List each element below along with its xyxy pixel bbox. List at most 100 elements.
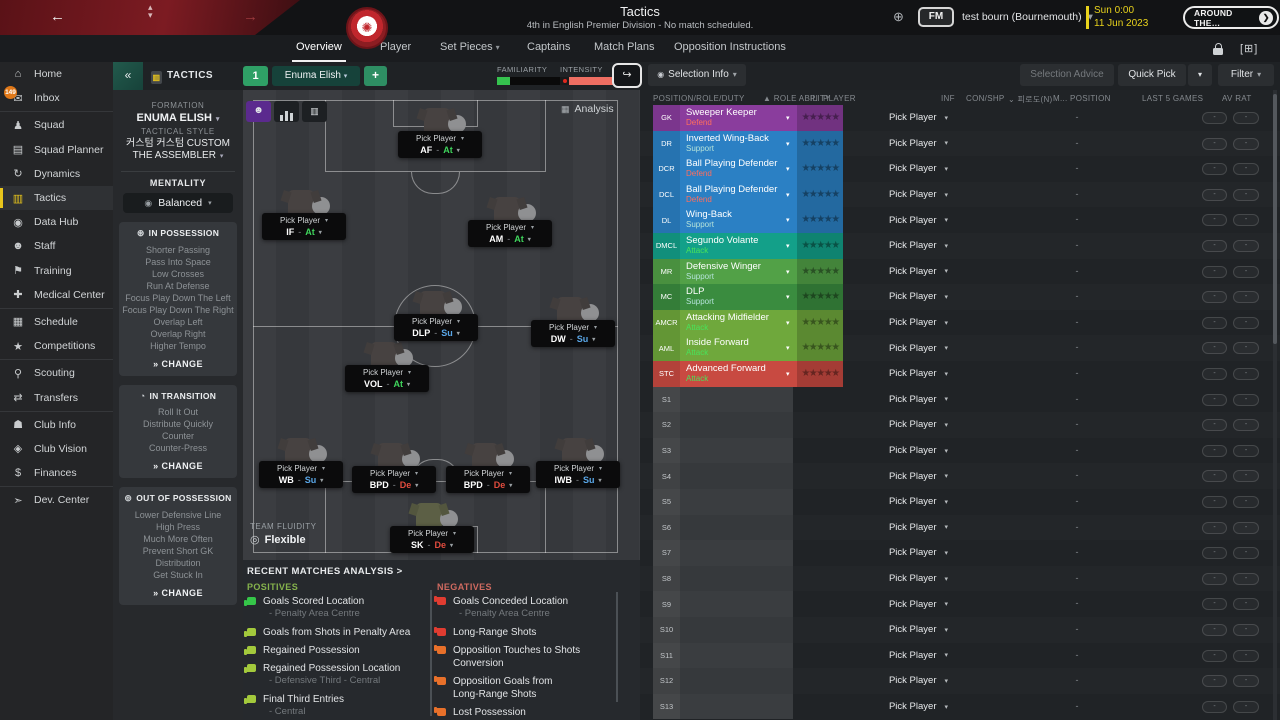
column-header-position-role-duty[interactable]: POSITION/ROLE/DUTY bbox=[653, 94, 745, 103]
sub-row-s3[interactable]: S3Pick Player▾--- bbox=[640, 438, 1280, 464]
sub-row-s13[interactable]: S13Pick Player▾--- bbox=[640, 694, 1280, 720]
player-slot-sk[interactable]: Pick Player▾SK-De▾ bbox=[390, 526, 474, 553]
export-tactic-button[interactable]: ↪ bbox=[612, 63, 642, 88]
selection-info-dropdown[interactable]: ◉Selection Info▾ bbox=[648, 64, 746, 86]
sidebar-item-medical-center[interactable]: ✚Medical Center bbox=[0, 283, 113, 307]
column-header-n[interactable]: ⌄ 피로도(N) bbox=[1008, 94, 1053, 105]
collapse-panel-button[interactable]: « bbox=[113, 62, 143, 90]
sub-row-s5[interactable]: S5Pick Player▾--- bbox=[640, 489, 1280, 515]
formation-name-dropdown[interactable]: ENUMA ELISH▾ bbox=[113, 112, 243, 124]
quick-pick-dropdown[interactable]: ▾ bbox=[1188, 64, 1212, 86]
change-button[interactable]: » CHANGE bbox=[122, 461, 234, 471]
pick-player-dropdown[interactable]: Pick Player▾ bbox=[531, 321, 615, 333]
sub-row-s1[interactable]: S1Pick Player▾--- bbox=[640, 387, 1280, 413]
role-duty-dropdown[interactable]: Wing-BackSupport bbox=[680, 207, 797, 233]
pick-player-dropdown[interactable]: Pick Player▾ bbox=[394, 315, 478, 327]
filter-dropdown[interactable]: Filter▾ bbox=[1218, 64, 1274, 86]
pick-player-dropdown[interactable]: Pick Player▾ bbox=[862, 591, 948, 617]
column-header-pi[interactable]: PI bbox=[810, 94, 818, 103]
player-slot-dlp[interactable]: Pick Player▾DLP-Su▾ bbox=[394, 314, 478, 341]
role-duty-dropdown[interactable]: Defensive WingerSupport bbox=[680, 259, 797, 285]
player-slot-af[interactable]: Pick Player▾AF-At▾ bbox=[398, 131, 482, 158]
pick-player-dropdown[interactable]: Pick Player▾ bbox=[352, 467, 436, 479]
starter-row-dl[interactable]: DLWing-BackSupport▾★★★★★Pick Player▾--- bbox=[640, 207, 1280, 233]
sidebar-item-club-vision[interactable]: ◈Club Vision bbox=[0, 437, 113, 461]
pick-player-dropdown[interactable]: Pick Player▾ bbox=[862, 694, 948, 720]
pick-player-dropdown[interactable]: Pick Player▾ bbox=[862, 156, 948, 182]
starter-row-dmcl[interactable]: DMCLSegundo VolanteAttack▾★★★★★Pick Play… bbox=[640, 233, 1280, 259]
back-button[interactable]: ← bbox=[50, 8, 65, 25]
sidebar-item-tactics[interactable]: ▥Tactics bbox=[0, 186, 113, 210]
sidebar-item-club-info[interactable]: ☗Club Info bbox=[0, 413, 113, 437]
sub-row-s8[interactable]: S8Pick Player▾--- bbox=[640, 566, 1280, 592]
role-duty-dropdown[interactable]: DLPSupport bbox=[680, 284, 797, 310]
pick-player-dropdown[interactable]: Pick Player▾ bbox=[862, 361, 948, 387]
column-header-av-rat[interactable]: AV RAT bbox=[1222, 94, 1252, 103]
tab-captains[interactable]: Captains bbox=[523, 35, 574, 62]
starter-row-dr[interactable]: DRInverted Wing-BackSupport▾★★★★★Pick Pl… bbox=[640, 131, 1280, 157]
sidebar-item-finances[interactable]: $Finances bbox=[0, 461, 113, 485]
continue-button[interactable]: AROUND THE… ❯ bbox=[1183, 6, 1279, 29]
sidebar-item-scouting[interactable]: ⚲Scouting bbox=[0, 361, 113, 385]
pick-player-dropdown[interactable]: Pick Player▾ bbox=[390, 527, 474, 539]
fm-logo-button[interactable]: FM bbox=[918, 7, 954, 27]
pick-player-dropdown[interactable]: Pick Player▾ bbox=[259, 462, 343, 474]
player-slot-am[interactable]: Pick Player▾AM-At▾ bbox=[468, 220, 552, 247]
pick-player-dropdown[interactable]: Pick Player▾ bbox=[398, 132, 482, 144]
role-duty-dropdown[interactable]: Advanced ForwardAttack bbox=[680, 361, 797, 387]
pick-player-dropdown[interactable]: Pick Player▾ bbox=[262, 214, 346, 226]
stats-view-button[interactable] bbox=[274, 101, 299, 122]
column-header-con-shp[interactable]: CON/SHP bbox=[966, 94, 1005, 103]
role-duty-dropdown[interactable]: DLP-Su▾ bbox=[394, 327, 478, 339]
pick-player-dropdown[interactable]: Pick Player▾ bbox=[862, 668, 948, 694]
history-dropdown[interactable]: ▴ ▾ bbox=[148, 3, 153, 19]
starter-row-aml[interactable]: AMLInside ForwardAttack▾★★★★★Pick Player… bbox=[640, 335, 1280, 361]
pick-player-dropdown[interactable]: Pick Player▾ bbox=[862, 617, 948, 643]
tactical-style-line1[interactable]: 커스텀 커스텀 CUSTOM bbox=[113, 138, 243, 150]
role-duty-dropdown[interactable]: SK-De▾ bbox=[390, 539, 474, 551]
tactic-view-button[interactable]: ▥ bbox=[302, 101, 327, 122]
tab-opposition-instructions[interactable]: Opposition Instructions bbox=[670, 35, 790, 62]
role-duty-dropdown[interactable]: Sweeper KeeperDefend bbox=[680, 105, 797, 131]
change-button[interactable]: » CHANGE bbox=[122, 588, 234, 598]
tab-match-plans[interactable]: Match Plans bbox=[590, 35, 659, 62]
sidebar-item-staff[interactable]: ☻Staff bbox=[0, 234, 113, 258]
selection-advice-button[interactable]: Selection Advice bbox=[1020, 64, 1114, 86]
pick-player-dropdown[interactable]: Pick Player▾ bbox=[345, 366, 429, 378]
tab-overview[interactable]: Overview bbox=[292, 35, 346, 62]
quick-pick-button[interactable]: Quick Pick bbox=[1118, 64, 1186, 86]
analysis-button[interactable]: ▦Analysis bbox=[561, 103, 614, 115]
pick-player-dropdown[interactable]: Pick Player▾ bbox=[862, 387, 948, 413]
sub-row-s10[interactable]: S10Pick Player▾--- bbox=[640, 617, 1280, 643]
column-header-player[interactable]: PLAYER bbox=[823, 94, 856, 103]
pick-player-dropdown[interactable]: Pick Player▾ bbox=[862, 335, 948, 361]
recent-matches-analysis-link[interactable]: RECENT MATCHES ANALYSIS > bbox=[247, 566, 403, 577]
sidebar-item-training[interactable]: ⚑Training bbox=[0, 259, 113, 283]
column-header-last-5-games[interactable]: LAST 5 GAMES bbox=[1142, 94, 1203, 103]
starter-row-mc[interactable]: MCDLPSupport▾★★★★★Pick Player▾--- bbox=[640, 284, 1280, 310]
sub-row-s12[interactable]: S12Pick Player▾--- bbox=[640, 668, 1280, 694]
player-slot-bpd[interactable]: Pick Player▾BPD-De▾ bbox=[446, 466, 530, 493]
sidebar-item-transfers[interactable]: ⇄Transfers bbox=[0, 385, 113, 409]
role-duty-dropdown[interactable]: VOL-At▾ bbox=[345, 378, 429, 390]
pick-player-dropdown[interactable]: Pick Player▾ bbox=[536, 462, 620, 474]
manager-team-selector[interactable]: test bourn (Bournemouth)▾ bbox=[962, 11, 1093, 23]
column-header-m-position[interactable]: M... POSITION bbox=[1053, 94, 1111, 103]
sub-row-s9[interactable]: S9Pick Player▾--- bbox=[640, 591, 1280, 617]
pick-player-dropdown[interactable]: Pick Player▾ bbox=[862, 643, 948, 669]
role-duty-dropdown[interactable]: Inverted Wing-BackSupport bbox=[680, 131, 797, 157]
role-duty-dropdown[interactable]: Inside ForwardAttack bbox=[680, 335, 797, 361]
sidebar-item-dev-center[interactable]: ➣Dev. Center bbox=[0, 488, 113, 512]
pick-player-dropdown[interactable]: Pick Player▾ bbox=[862, 284, 948, 310]
pick-player-dropdown[interactable]: Pick Player▾ bbox=[862, 207, 948, 233]
player-slot-if[interactable]: Pick Player▾IF-At▾ bbox=[262, 213, 346, 240]
window-layout-icon[interactable]: [⊞] bbox=[1240, 42, 1258, 55]
lock-icon[interactable] bbox=[1213, 43, 1223, 55]
player-slot-dw[interactable]: Pick Player▾DW-Su▾ bbox=[531, 320, 615, 347]
pick-player-dropdown[interactable]: Pick Player▾ bbox=[862, 540, 948, 566]
sidebar-item-data-hub[interactable]: ◉Data Hub bbox=[0, 210, 113, 234]
role-duty-dropdown[interactable]: IWB-Su▾ bbox=[536, 474, 620, 486]
pick-player-dropdown[interactable]: Pick Player▾ bbox=[862, 310, 948, 336]
player-view-button[interactable]: ☻ bbox=[246, 101, 271, 122]
pick-player-dropdown[interactable]: Pick Player▾ bbox=[862, 566, 948, 592]
